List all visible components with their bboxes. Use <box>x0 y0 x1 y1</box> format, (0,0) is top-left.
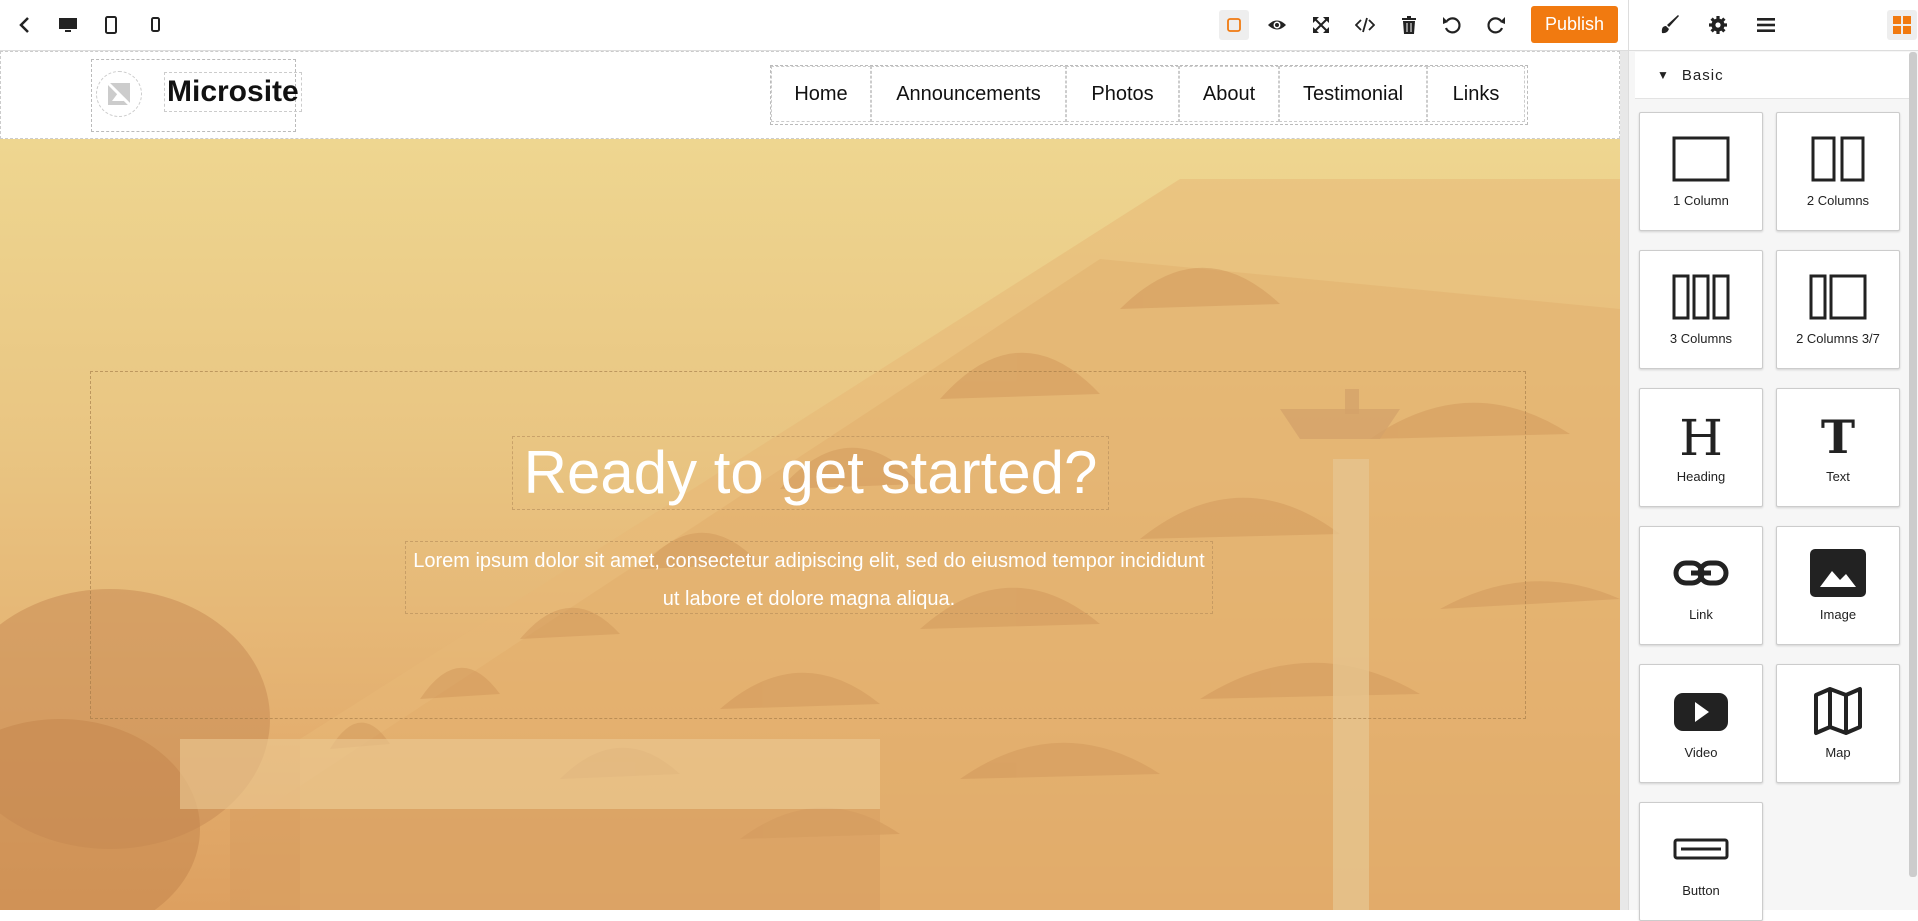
svg-text:T: T <box>1821 410 1855 461</box>
block-label: Button <box>1682 883 1720 898</box>
block-video[interactable]: Video <box>1639 664 1763 783</box>
block-label: Link <box>1689 607 1713 622</box>
one-column-icon <box>1671 133 1731 185</box>
block-map[interactable]: Map <box>1776 664 1900 783</box>
block-text[interactable]: T Text <box>1776 388 1900 507</box>
editor-toolbar: Publish <box>0 0 1628 51</box>
link-icon <box>1671 547 1731 599</box>
block-2-columns[interactable]: 2 Columns <box>1776 112 1900 231</box>
block-3-columns[interactable]: 3 Columns <box>1639 250 1763 369</box>
menu-icon[interactable] <box>1751 10 1781 40</box>
site-title[interactable]: Microsite <box>164 72 302 112</box>
block-label: 1 Column <box>1673 193 1729 208</box>
block-button[interactable]: Button <box>1639 802 1763 921</box>
fullscreen-icon[interactable] <box>1306 10 1336 40</box>
block-link[interactable]: Link <box>1639 526 1763 645</box>
nav-link-links[interactable]: Links <box>1427 66 1525 122</box>
block-label: 3 Columns <box>1669 331 1733 346</box>
video-icon <box>1671 685 1731 737</box>
block-2-columns-3-7[interactable]: 2 Columns 3/7 <box>1776 250 1900 369</box>
block-image[interactable]: Image <box>1776 526 1900 645</box>
site-nav: Home Announcements Photos About Testimon… <box>770 65 1528 125</box>
nav-link-announcements[interactable]: Announcements <box>871 66 1066 122</box>
three-columns-icon <box>1671 271 1731 323</box>
brand[interactable]: Microsite <box>91 59 302 132</box>
trash-icon[interactable] <box>1394 10 1424 40</box>
panel-tabs <box>1629 0 1918 51</box>
panel-scrollbar[interactable] <box>1909 52 1917 877</box>
nav-link-testimonial[interactable]: Testimonial <box>1279 66 1427 122</box>
block-label: Text <box>1826 469 1850 484</box>
mobile-icon[interactable] <box>140 10 170 40</box>
category-label: Basic <box>1681 66 1724 84</box>
svg-text:H: H <box>1679 409 1723 461</box>
block-label: Image <box>1819 607 1857 622</box>
two-columns-icon <box>1808 133 1868 185</box>
desktop-icon[interactable] <box>53 10 83 40</box>
canvas-scrollbar[interactable] <box>1620 51 1628 910</box>
tablet-icon[interactable] <box>96 10 126 40</box>
block-heading[interactable]: H Heading <box>1639 388 1763 507</box>
image-icon <box>1808 547 1868 599</box>
logo-placeholder-icon[interactable] <box>96 71 142 117</box>
category-basic-header[interactable]: ▼ Basic <box>1635 52 1913 99</box>
square-outline-icon[interactable] <box>1219 10 1249 40</box>
nav-link-about[interactable]: About <box>1179 66 1279 122</box>
hero-text[interactable]: Lorem ipsum dolor sit amet, consectetur … <box>405 541 1213 614</box>
eye-icon[interactable] <box>1262 10 1292 40</box>
two-columns-3-7-icon <box>1808 271 1868 323</box>
block-1-column[interactable]: 1 Column <box>1639 112 1763 231</box>
block-label: Video <box>1684 745 1718 760</box>
button-icon <box>1671 823 1731 875</box>
redo-icon[interactable] <box>1481 10 1511 40</box>
hero-title[interactable]: Ready to get started? <box>512 436 1109 510</box>
gear-icon[interactable] <box>1703 10 1733 40</box>
block-label: 2 Columns 3/7 <box>1796 331 1880 346</box>
hero-section[interactable]: Ready to get started? Lorem ipsum dolor … <box>0 139 1620 910</box>
block-label: 2 Columns <box>1806 193 1870 208</box>
caret-down-icon: ▼ <box>1657 68 1670 82</box>
back-icon[interactable] <box>10 10 40 40</box>
heading-icon: H <box>1671 409 1731 461</box>
code-icon[interactable] <box>1350 10 1380 40</box>
undo-icon[interactable] <box>1437 10 1467 40</box>
text-icon: T <box>1808 409 1868 461</box>
site-header[interactable]: Microsite Home Announcements Photos Abou… <box>0 51 1620 139</box>
block-label: Map <box>1825 745 1851 760</box>
block-label: Heading <box>1676 469 1726 484</box>
editor-canvas[interactable]: Microsite Home Announcements Photos Abou… <box>0 51 1620 910</box>
publish-button[interactable]: Publish <box>1531 6 1618 43</box>
nav-link-photos[interactable]: Photos <box>1066 66 1179 122</box>
map-icon <box>1808 685 1868 737</box>
blocks-panel: ▼ Basic 1 Column 2 Columns 3 Columns 2 C… <box>1628 0 1918 921</box>
brush-icon[interactable] <box>1655 10 1685 40</box>
blocks-icon[interactable] <box>1887 10 1917 40</box>
nav-link-home[interactable]: Home <box>771 66 871 122</box>
